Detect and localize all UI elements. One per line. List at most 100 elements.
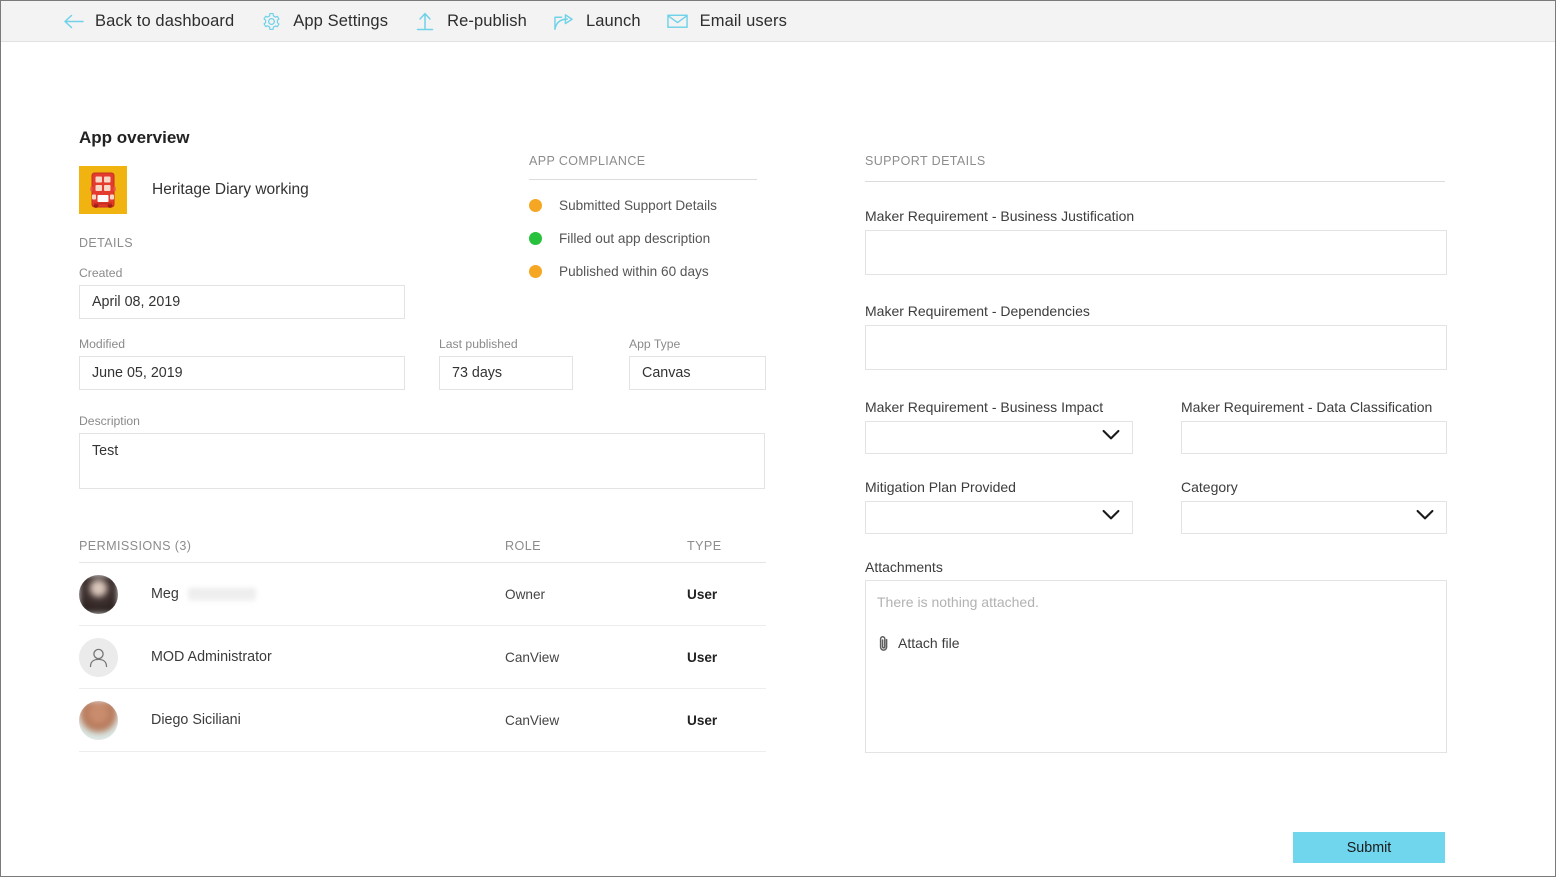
avatar (79, 638, 118, 677)
divider (865, 181, 1445, 182)
last-published-field: Last published 73 days (439, 337, 573, 390)
compliance-item-label: Published within 60 days (559, 264, 709, 279)
table-row[interactable]: MOD Administrator CanView User (79, 626, 766, 689)
created-input[interactable]: April 08, 2019 (79, 285, 405, 319)
compliance-item: Filled out app description (529, 231, 757, 246)
person-placeholder-icon (79, 638, 118, 677)
attachments-empty-text: There is nothing attached. (877, 594, 1039, 610)
user-name-cell: MOD Administrator (151, 649, 505, 665)
modified-field: Modified June 05, 2019 (79, 337, 405, 390)
compliance-item: Published within 60 days (529, 264, 757, 279)
gear-icon (260, 10, 282, 32)
permissions-table: PERMISSIONS (3) ROLE TYPE Meg Owner User (79, 539, 766, 752)
data-classification-label: Maker Requirement - Data Classification (1181, 399, 1447, 415)
app-type-label: App Type (629, 337, 766, 351)
user-role: Owner (505, 587, 687, 602)
support-details-caption: SUPPORT DETAILS (865, 154, 986, 168)
compliance-item: Submitted Support Details (529, 198, 757, 213)
business-justification-input[interactable] (865, 230, 1447, 275)
user-name: Meg (151, 586, 179, 602)
user-type: User (687, 713, 717, 728)
envelope-icon (667, 10, 689, 32)
column-header-role: ROLE (505, 539, 687, 553)
email-users-label: Email users (700, 12, 787, 31)
permissions-table-header: PERMISSIONS (3) ROLE TYPE (79, 539, 766, 563)
attach-file-label: Attach file (898, 635, 959, 651)
created-field: Created April 08, 2019 (79, 266, 405, 319)
user-name-cell: Diego Siciliani (151, 712, 505, 728)
launch-button[interactable]: Launch (540, 1, 654, 42)
business-justification-label: Maker Requirement - Business Justificati… (865, 208, 1447, 224)
back-to-dashboard-label: Back to dashboard (95, 12, 234, 31)
user-name: MOD Administrator (151, 649, 272, 665)
details-caption: DETAILS (79, 236, 133, 250)
submit-button[interactable]: Submit (1293, 832, 1445, 863)
upload-icon (414, 10, 436, 32)
column-header-type: TYPE (687, 539, 722, 553)
paperclip-icon (876, 634, 892, 652)
back-to-dashboard-button[interactable]: Back to dashboard (49, 1, 247, 42)
business-impact-field: Maker Requirement - Business Impact (865, 399, 1133, 454)
page-title: App overview (79, 128, 190, 148)
redacted-surname (188, 588, 256, 601)
mitigation-plan-label: Mitigation Plan Provided (865, 479, 1133, 495)
status-dot-icon (529, 232, 542, 245)
re-publish-label: Re-publish (447, 12, 527, 31)
avatar (79, 575, 118, 614)
compliance-item-label: Filled out app description (559, 231, 710, 246)
launch-icon (553, 10, 575, 32)
status-dot-icon (529, 265, 542, 278)
chevron-down-icon (1102, 429, 1120, 447)
app-window: Back to dashboard App Settings Re-publis… (0, 0, 1556, 877)
mitigation-plan-field: Mitigation Plan Provided (865, 479, 1133, 534)
chevron-down-icon (1416, 509, 1434, 527)
app-name: Heritage Diary working (152, 181, 309, 199)
command-bar: Back to dashboard App Settings Re-publis… (1, 1, 1555, 42)
chevron-down-icon (1102, 509, 1120, 527)
table-row[interactable]: Diego Siciliani CanView User (79, 689, 766, 752)
attach-file-button[interactable]: Attach file (876, 634, 959, 652)
compliance-item-label: Submitted Support Details (559, 198, 717, 213)
dependencies-field: Maker Requirement - Dependencies (865, 303, 1447, 370)
avatar (79, 701, 118, 740)
user-role: CanView (505, 650, 687, 665)
email-users-button[interactable]: Email users (654, 1, 800, 42)
compliance-caption: APP COMPLIANCE (529, 154, 757, 168)
app-type-field: App Type Canvas (629, 337, 766, 390)
business-impact-label: Maker Requirement - Business Impact (865, 399, 1133, 415)
mitigation-plan-dropdown[interactable] (865, 501, 1133, 534)
last-published-label: Last published (439, 337, 573, 351)
app-settings-button[interactable]: App Settings (247, 1, 401, 42)
description-label: Description (79, 414, 765, 428)
app-type-input[interactable]: Canvas (629, 356, 766, 390)
double-decker-bus-icon (79, 166, 127, 214)
user-name: Diego Siciliani (151, 712, 241, 728)
description-field: Description Test (79, 414, 765, 489)
last-published-input[interactable]: 73 days (439, 356, 573, 390)
modified-input[interactable]: June 05, 2019 (79, 356, 405, 390)
user-type: User (687, 587, 717, 602)
status-dot-icon (529, 199, 542, 212)
app-identity: Heritage Diary working (79, 166, 309, 214)
re-publish-button[interactable]: Re-publish (401, 1, 540, 42)
description-input[interactable]: Test (79, 433, 765, 489)
user-type: User (687, 650, 717, 665)
modified-label: Modified (79, 337, 405, 351)
app-settings-label: App Settings (293, 12, 388, 31)
category-field: Category (1181, 479, 1447, 534)
table-row[interactable]: Meg Owner User (79, 563, 766, 626)
data-classification-input[interactable] (1181, 421, 1447, 454)
data-classification-field: Maker Requirement - Data Classification (1181, 399, 1447, 454)
user-role: CanView (505, 713, 687, 728)
attachments-label: Attachments (865, 559, 943, 575)
dependencies-label: Maker Requirement - Dependencies (865, 303, 1447, 319)
divider (529, 179, 757, 180)
business-impact-dropdown[interactable] (865, 421, 1133, 454)
dependencies-input[interactable] (865, 325, 1447, 370)
permissions-caption: PERMISSIONS (3) (79, 539, 505, 553)
category-label: Category (1181, 479, 1447, 495)
launch-label: Launch (586, 12, 641, 31)
user-name-cell: Meg (151, 586, 505, 602)
category-dropdown[interactable] (1181, 501, 1447, 534)
arrow-left-icon (62, 10, 84, 32)
